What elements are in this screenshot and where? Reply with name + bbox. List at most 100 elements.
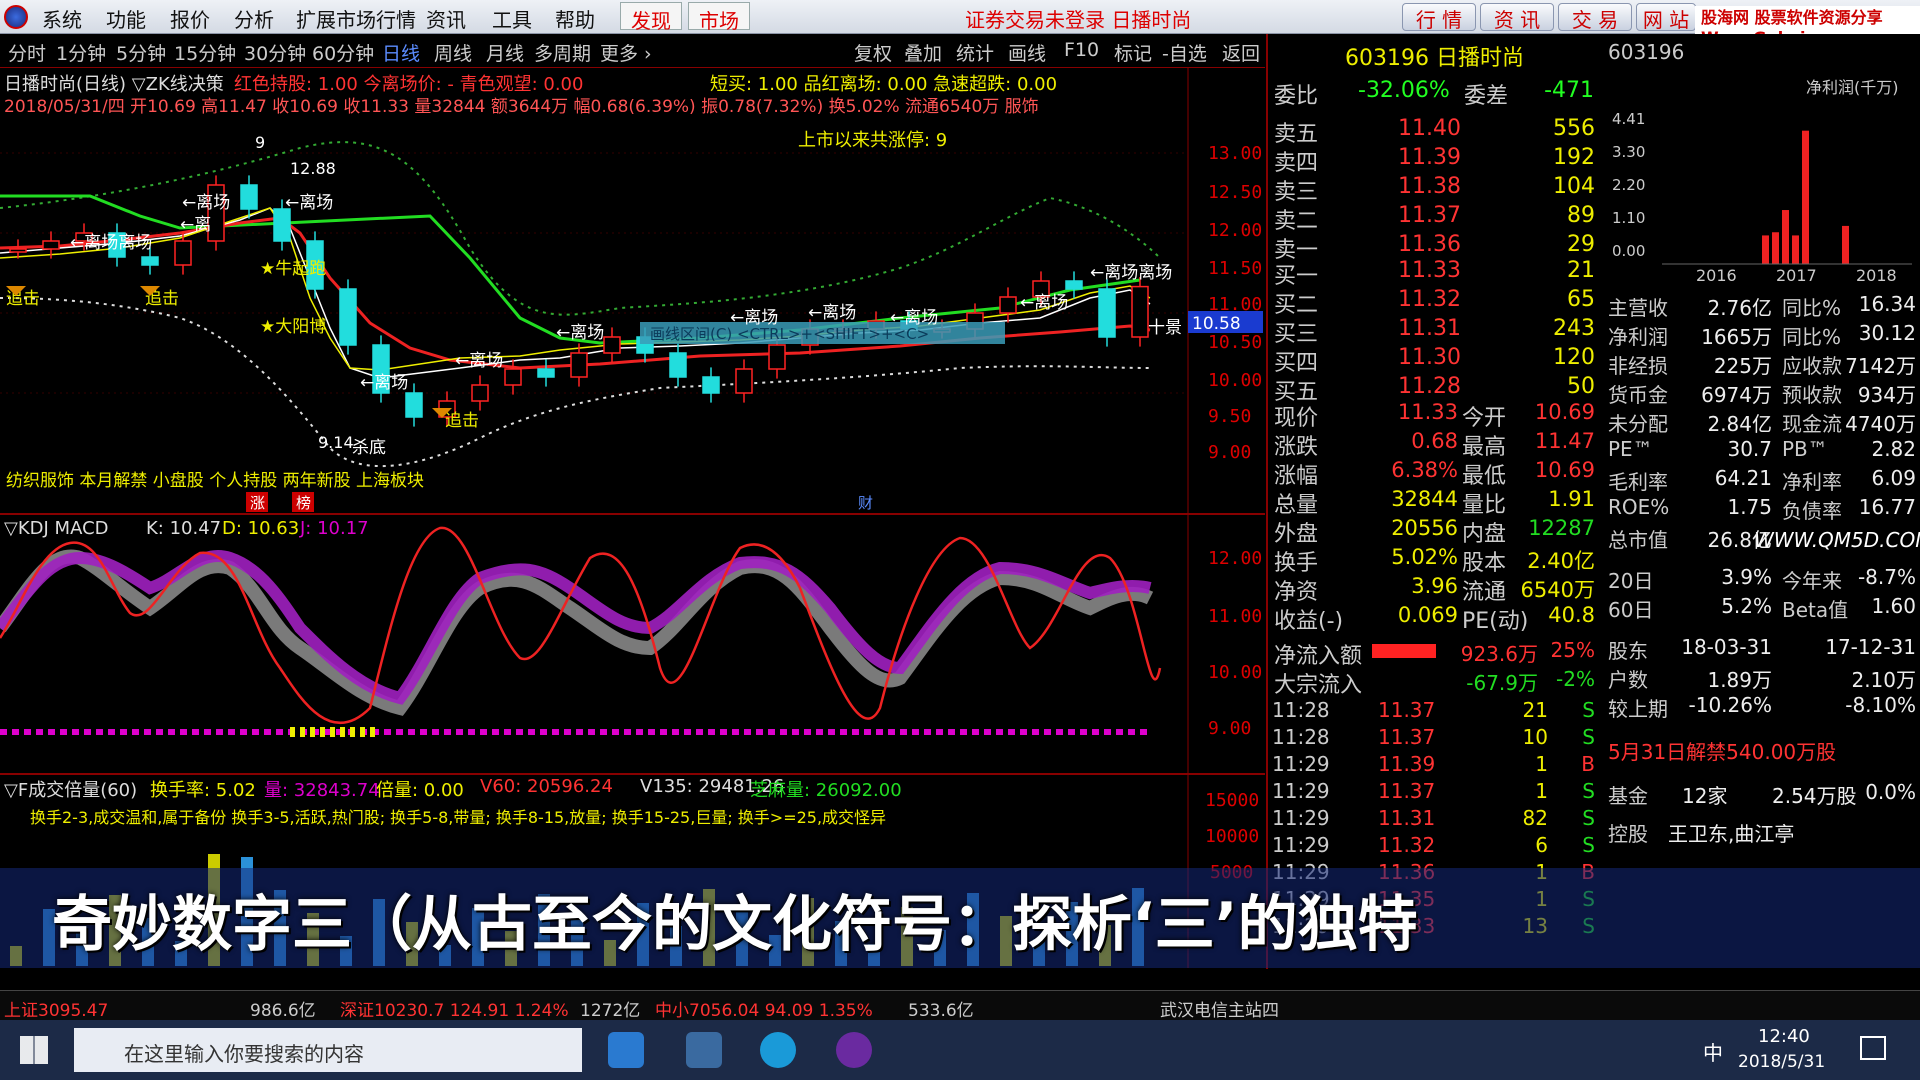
ask-price[interactable]: 11.36 — [1398, 232, 1461, 257]
tool-huaxian[interactable]: 画线 — [1008, 39, 1046, 66]
period-weekly[interactable]: 周线 — [434, 39, 472, 66]
tab-zixun[interactable]: 资 讯 — [1480, 3, 1554, 32]
period-1min[interactable]: 1分钟 — [56, 39, 106, 66]
candle-body — [504, 368, 522, 386]
tool-tongji[interactable]: 统计 — [956, 39, 994, 66]
menu-quote[interactable]: 报价 — [170, 4, 210, 33]
f10-row-value: -10.26% — [1688, 693, 1772, 717]
period-fenshi[interactable]: 分时 — [8, 39, 46, 66]
volume-bar — [1033, 939, 1045, 966]
bid-price[interactable]: 11.31 — [1398, 316, 1461, 341]
bid-price[interactable]: 11.28 — [1398, 374, 1461, 399]
ime-indicator[interactable]: 中 — [1703, 1037, 1723, 1066]
browser-icon[interactable] — [608, 1032, 644, 1068]
period-daily[interactable]: 日线 — [382, 39, 420, 66]
period-60min[interactable]: 60分钟 — [312, 39, 374, 66]
windows-start-icon[interactable] — [20, 1036, 48, 1064]
bid-price[interactable]: 11.32 — [1398, 287, 1461, 312]
candle-body — [999, 296, 1017, 314]
f10-row-value-2: 934万 — [1857, 383, 1916, 407]
f10-panel: 603196 净利润(千万) 5月31日解禁540.00万股 基金 12家 2.54… — [1602, 34, 1920, 969]
tool-fanhui[interactable]: 返回 — [1222, 39, 1260, 66]
profit-bar — [1792, 235, 1799, 264]
quote-panel: 603196 日播时尚 委比 -32.06% 委差 -471 卖五 11.40 556 卖四… — [1266, 34, 1601, 969]
index-zx[interactable]: 中小7056.04 94.09 1.35% — [655, 996, 873, 1021]
server-site[interactable]: 武汉电信主站四 — [1160, 996, 1279, 1021]
volume-bar — [208, 854, 220, 966]
bid-price[interactable]: 11.30 — [1398, 345, 1461, 370]
clock-date[interactable]: 2018/5/31 — [1738, 1052, 1825, 1072]
profit-bar — [1842, 225, 1849, 264]
ask-volume: 556 — [1553, 116, 1595, 141]
chat-icon[interactable] — [760, 1032, 796, 1068]
ask-price[interactable]: 11.40 — [1398, 116, 1461, 141]
unlock-notice[interactable]: 5月31日解禁540.00万股 — [1608, 736, 1836, 765]
index-sh[interactable]: 上证3095.47 — [4, 996, 108, 1021]
candle-body — [174, 240, 192, 266]
tool-f10[interactable]: F10 — [1064, 39, 1099, 61]
period-15min[interactable]: 15分钟 — [174, 39, 236, 66]
ask-price[interactable]: 11.37 — [1398, 203, 1461, 228]
bid-price[interactable]: 11.33 — [1398, 258, 1461, 283]
tab-jiaoyi[interactable]: 交 易 — [1558, 3, 1632, 32]
tick-side: S — [1582, 779, 1595, 803]
menu-news[interactable]: 资讯 — [426, 4, 466, 33]
tick-side: S — [1582, 914, 1595, 938]
period-multi[interactable]: 多周期 — [534, 39, 591, 66]
period-30min[interactable]: 30分钟 — [244, 39, 306, 66]
tool-diejia[interactable]: 叠加 — [904, 39, 942, 66]
tab-market[interactable]: 市场 — [688, 2, 750, 33]
ytick-main-7: 9.50 — [1208, 406, 1252, 427]
index-zx-amount: 533.6亿 — [908, 1001, 974, 1021]
f10-row-value: 6974万 — [1701, 383, 1772, 407]
tab-wangzhan[interactable]: 网 站 — [1636, 3, 1696, 32]
taskbar-search-input[interactable]: 在这里输入你要搜索的内容 — [74, 1028, 582, 1072]
menu-function[interactable]: 功能 — [106, 4, 146, 33]
f10-row-value: 3.9% — [1721, 565, 1772, 589]
tab-discover[interactable]: 发现 — [620, 2, 682, 33]
period-monthly[interactable]: 月线 — [486, 39, 524, 66]
stat-value: 0.069 — [1397, 603, 1458, 627]
stat-label-2: 今开 — [1462, 406, 1507, 431]
index-statusbar: 上证3095.47 986.6亿 深证10230.7 124.91 1.24% … — [0, 990, 1920, 1021]
menu-analysis[interactable]: 分析 — [234, 4, 274, 33]
ask-price[interactable]: 11.38 — [1398, 174, 1461, 199]
notification-icon[interactable] — [1860, 1036, 1886, 1060]
f10-row-label: 货币金 — [1608, 383, 1668, 407]
ytick-main-4: 11.00 — [1208, 294, 1263, 315]
period-more[interactable]: 更多 › — [600, 39, 652, 66]
period-5min[interactable]: 5分钟 — [116, 39, 166, 66]
svg-text:←离场离场: ←离场离场 — [70, 233, 152, 253]
windows-taskbar: 在这里输入你要搜索的内容 中 12:40 2018/5/31 — [0, 1020, 1920, 1080]
svg-text:←离场: ←离场 — [182, 193, 230, 213]
volume-bar — [340, 936, 352, 966]
svg-text:榜: 榜 — [296, 494, 311, 512]
f10-row-value: 225万 — [1713, 354, 1772, 378]
clock-time[interactable]: 12:40 — [1758, 1026, 1810, 1047]
menu-tools[interactable]: 工具 — [492, 4, 532, 33]
tab-hangqing[interactable]: 行 情 — [1402, 3, 1476, 32]
trading-app-icon[interactable] — [836, 1032, 872, 1068]
explorer-icon[interactable] — [686, 1032, 722, 1068]
ask-price[interactable]: 11.39 — [1398, 145, 1461, 170]
svg-text:←离场离场: ←离场离场 — [1090, 263, 1172, 283]
candle-body — [273, 208, 291, 242]
tool-biaoji[interactable]: 标记 — [1114, 39, 1152, 66]
menu-system[interactable]: 系统 — [42, 4, 82, 33]
volume-bar — [175, 941, 187, 966]
tool-fuquan[interactable]: 复权 — [854, 39, 892, 66]
menu-help[interactable]: 帮助 — [555, 4, 595, 33]
tick-time: 11:29 — [1272, 914, 1330, 938]
volume-bar — [43, 909, 55, 966]
index-sz[interactable]: 深证10230.7 124.91 1.24% — [340, 996, 569, 1021]
bid-volume: 120 — [1553, 345, 1595, 370]
svg-text:←离场: ←离场 — [890, 308, 938, 328]
f10-row-label: 非经损 — [1608, 354, 1668, 378]
app-logo-icon[interactable] — [4, 5, 28, 29]
f10-row-label: 毛利率 — [1608, 470, 1668, 494]
candle-body — [141, 256, 159, 266]
tool-zixuan[interactable]: -自选 — [1162, 39, 1207, 66]
tick-volume: 1 — [1535, 752, 1548, 776]
menu-extended-market[interactable]: 扩展市场行情 — [296, 4, 416, 33]
f10-row-value-2: 7142万 — [1845, 354, 1916, 378]
